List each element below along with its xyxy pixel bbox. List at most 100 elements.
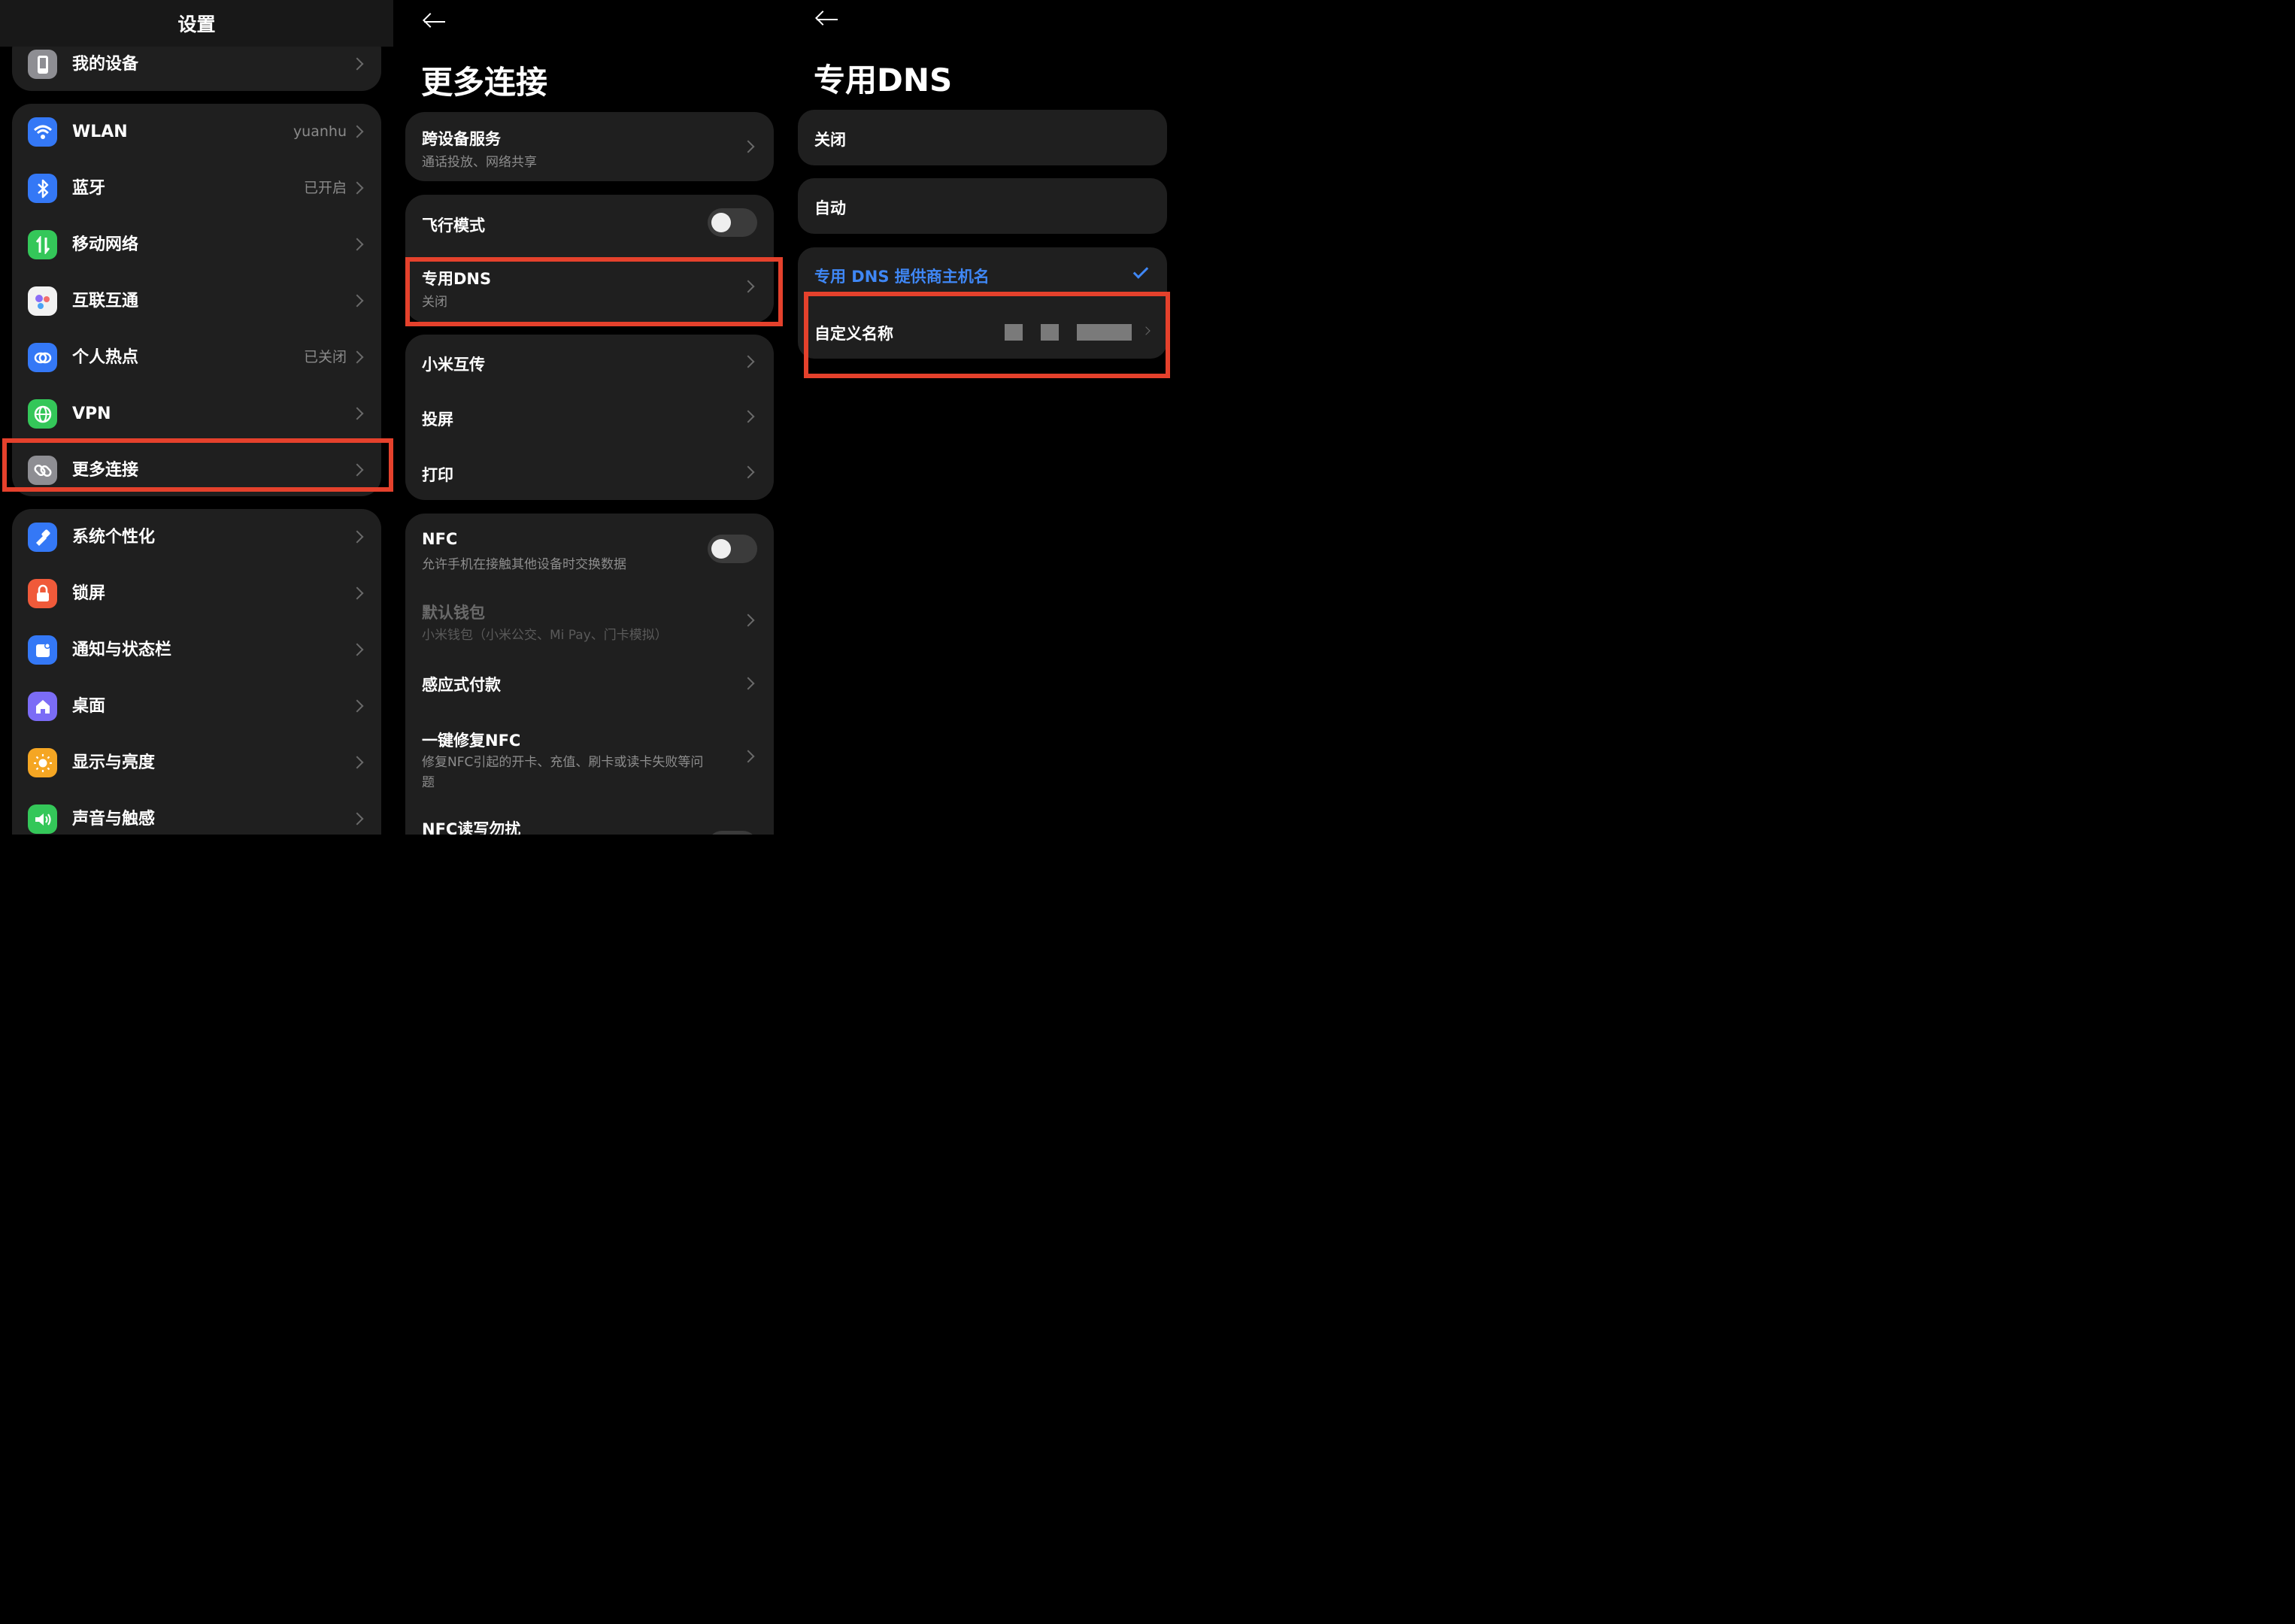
item-title: 飞行模式	[422, 217, 485, 235]
chevron-right-icon	[350, 812, 364, 826]
item-cast[interactable]: 投屏	[405, 389, 774, 445]
settings-panel: 设置 我的设备 WLAN yuanhu 蓝牙 已开启 移动网络 互联互通 个人热…	[0, 0, 393, 835]
item-title: 专用DNS	[422, 270, 492, 288]
settings-item-sound[interactable]: 声音与触感	[12, 791, 381, 835]
settings-item-vpn[interactable]: VPN	[12, 386, 381, 442]
item-mi-share[interactable]: 小米互传	[405, 335, 774, 389]
settings-item-wlan[interactable]: WLAN yuanhu	[12, 104, 381, 160]
back-arrow-icon[interactable]	[814, 8, 841, 31]
redacted-hostname	[1041, 324, 1059, 341]
option-label: 关闭	[814, 131, 846, 149]
item-title: 感应式付款	[422, 676, 501, 694]
item-tap-to-pay[interactable]: 感应式付款	[405, 653, 774, 714]
settings-item-more-connections[interactable]: 更多连接	[12, 442, 381, 498]
brush-icon	[28, 523, 57, 552]
settings-item-label: 个人热点	[72, 348, 139, 367]
item-subtitle: 通话投放、网络共享	[422, 155, 537, 170]
item-print[interactable]: 打印	[405, 445, 774, 500]
chevron-right-icon	[350, 181, 364, 195]
settings-item-personalization[interactable]: 系统个性化	[12, 509, 381, 565]
dns-option-auto[interactable]: 自动	[798, 178, 1167, 234]
lock-icon	[28, 579, 57, 608]
item-nfc: NFC 允许手机在接触其他设备时交换数据	[405, 514, 774, 586]
home-icon	[28, 692, 57, 721]
settings-item-label: 显示与亮度	[72, 753, 156, 772]
chevron-right-icon	[741, 410, 755, 423]
nfc-toggle[interactable]	[708, 535, 757, 563]
item-title: 默认钱包	[422, 604, 485, 622]
airplane-mode-toggle[interactable]	[708, 208, 757, 237]
item-subtitle: 关闭	[422, 295, 447, 310]
item-repair-nfc[interactable]: 一键修复NFC 修复NFC引起的开卡、充值、刷卡或读卡失败等问 题	[405, 714, 774, 796]
network-card: 飞行模式 专用DNS 关闭	[405, 195, 774, 323]
chevron-right-icon	[350, 463, 364, 477]
chevron-right-icon	[741, 750, 755, 763]
settings-header: 设置	[0, 0, 393, 47]
bluetooth-status: 已开启	[303, 180, 347, 196]
chevron-right-icon	[741, 280, 755, 293]
item-title: NFC读写勿扰	[422, 820, 521, 835]
link-icon	[28, 456, 57, 485]
dns-option-provider[interactable]: 专用 DNS 提供商主机名 自定义名称	[798, 247, 1167, 359]
item-default-wallet[interactable]: 默认钱包 小米钱包（小米公交、Mi Pay、门卡模拟）	[405, 586, 774, 653]
settings-item-label: 锁屏	[72, 584, 106, 603]
settings-item-home-screen[interactable]: 桌面	[12, 678, 381, 735]
dns-option-off[interactable]: 关闭	[798, 110, 1167, 165]
settings-item-mobile-network[interactable]: 移动网络	[12, 217, 381, 273]
chevron-right-icon	[350, 586, 364, 600]
settings-item-label: VPN	[72, 404, 111, 423]
item-title: 投屏	[422, 411, 453, 429]
settings-item-label: 互联互通	[72, 292, 139, 311]
item-cross-device[interactable]: 跨设备服务 通话投放、网络共享	[405, 112, 774, 181]
option-label: 自动	[814, 199, 846, 217]
settings-item-label: WLAN	[72, 123, 128, 141]
settings-item-interconnect[interactable]: 互联互通	[12, 273, 381, 329]
custom-hostname-row[interactable]: 自定义名称	[798, 304, 1167, 359]
hotspot-icon	[28, 343, 57, 372]
redacted-hostname	[1005, 324, 1023, 341]
nfc-rw-toggle[interactable]	[708, 831, 757, 835]
item-title: 打印	[422, 466, 453, 484]
chevron-right-icon	[1141, 326, 1151, 335]
chevron-right-icon	[350, 643, 364, 656]
mobile-data-icon	[28, 230, 57, 259]
chevron-right-icon	[741, 614, 755, 627]
item-private-dns[interactable]: 专用DNS 关闭	[405, 258, 774, 323]
chevron-right-icon	[350, 238, 364, 251]
chevron-right-icon	[741, 677, 755, 690]
checkmark-icon	[1132, 263, 1149, 279]
item-title: 跨设备服务	[422, 130, 501, 148]
item-subtitle: 小米钱包（小米公交、Mi Pay、门卡模拟）	[422, 628, 668, 643]
redacted-hostname	[1077, 324, 1132, 341]
phone-icon	[28, 50, 57, 79]
chevron-right-icon	[350, 756, 364, 769]
settings-item-label: 声音与触感	[72, 810, 156, 829]
settings-item-bluetooth[interactable]: 蓝牙 已开启	[12, 160, 381, 217]
page-title: 专用DNS	[814, 62, 953, 98]
item-title: 小米互传	[422, 356, 485, 374]
vpn-icon	[28, 399, 57, 429]
settings-item-label: 通知与状态栏	[72, 641, 172, 659]
personalization-card: 系统个性化 锁屏 通知与状态栏 桌面 显示与亮度 声音与触感	[12, 509, 381, 835]
item-title: 一键修复NFC	[422, 732, 521, 750]
wifi-icon	[28, 117, 57, 147]
settings-item-display[interactable]: 显示与亮度	[12, 735, 381, 791]
connectivity-card: WLAN yuanhu 蓝牙 已开启 移动网络 互联互通 个人热点 已关闭 VP…	[12, 104, 381, 496]
page-title: 更多连接	[421, 64, 548, 101]
settings-item-label: 移动网络	[72, 235, 139, 254]
chevron-right-icon	[350, 407, 364, 420]
chevron-right-icon	[350, 294, 364, 308]
share-card: 小米互传 投屏 打印	[405, 335, 774, 500]
page-title: 设置	[177, 14, 216, 35]
item-airplane-mode: 飞行模式	[405, 195, 774, 250]
settings-item-lock-screen[interactable]: 锁屏	[12, 565, 381, 622]
cross-device-card: 跨设备服务 通话投放、网络共享	[405, 112, 774, 181]
back-arrow-icon[interactable]	[421, 11, 448, 33]
chevron-right-icon	[741, 355, 755, 368]
chevron-right-icon	[350, 57, 364, 71]
settings-item-hotspot[interactable]: 个人热点 已关闭	[12, 329, 381, 386]
bluetooth-icon	[28, 174, 57, 203]
settings-item-label: 更多连接	[72, 461, 139, 480]
settings-item-notifications[interactable]: 通知与状态栏	[12, 622, 381, 678]
speaker-icon	[28, 804, 57, 834]
